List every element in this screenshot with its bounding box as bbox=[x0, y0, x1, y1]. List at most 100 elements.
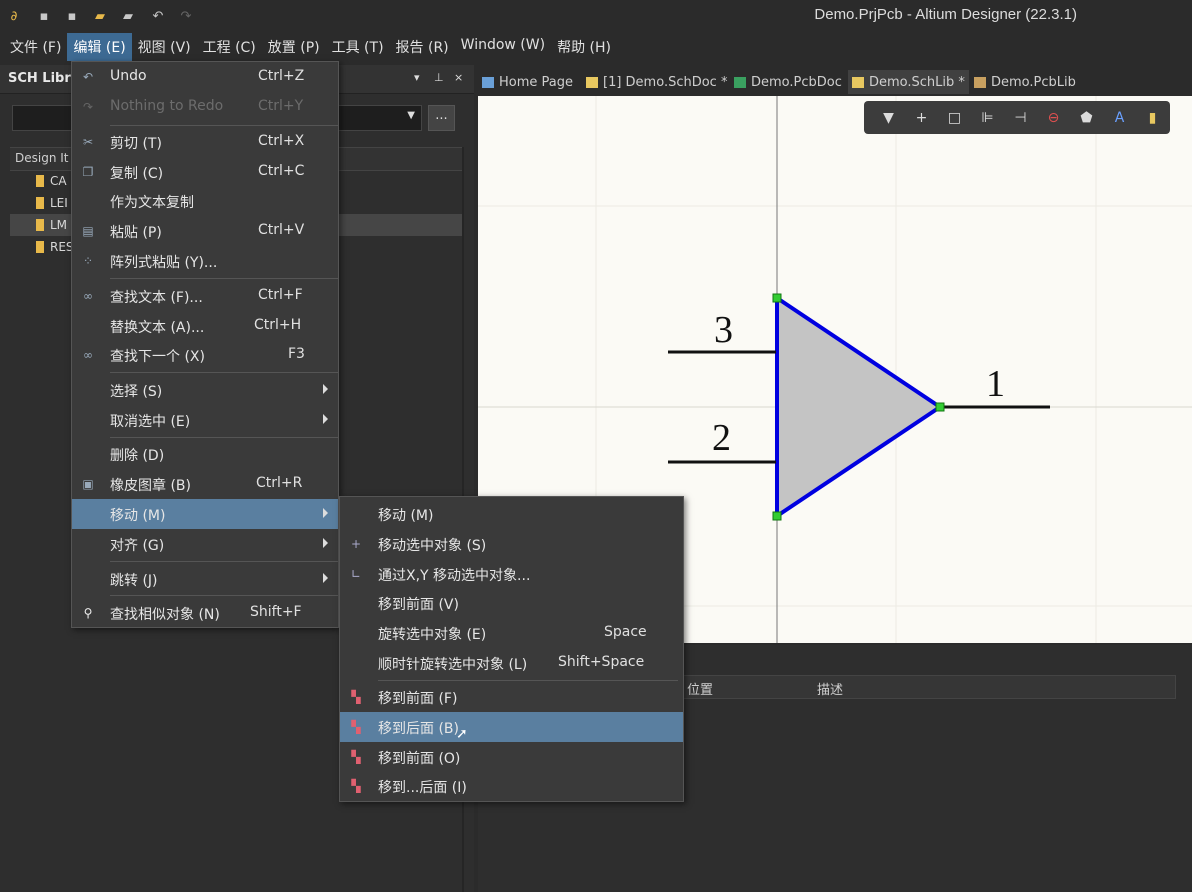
menu-item-label: Nothing to Redo bbox=[110, 98, 224, 114]
submenu-arrow-icon bbox=[323, 538, 328, 548]
selection-handle[interactable] bbox=[935, 402, 945, 412]
tab-demo-schlib[interactable]: Demo.SchLib * bbox=[848, 70, 969, 94]
ieee-symbol-icon[interactable]: ⊖ bbox=[1037, 107, 1070, 129]
menu-place[interactable]: 放置 (P) bbox=[262, 33, 326, 61]
component-icon bbox=[36, 175, 44, 187]
menu-item-cut[interactable]: ✂ 剪切 (T) Ctrl+X bbox=[72, 127, 338, 157]
component-icon bbox=[36, 197, 44, 209]
menu-item-find-next[interactable]: ∞ 查找下一个 (X) F3 bbox=[72, 340, 338, 370]
menu-window[interactable]: Window (W) bbox=[455, 33, 551, 61]
undo-icon[interactable]: ↶ bbox=[150, 8, 166, 24]
menu-view[interactable]: 视图 (V) bbox=[132, 33, 197, 61]
undo-icon: ↶ bbox=[82, 70, 94, 84]
polygon-icon[interactable]: ⬟ bbox=[1070, 107, 1103, 129]
menu-help[interactable]: 帮助 (H) bbox=[551, 33, 617, 61]
submenu-item-rotate-cw[interactable]: 顺时针旋转选中对象 (L) Shift+Space bbox=[340, 648, 683, 678]
tab-demo-schdoc[interactable]: [1] Demo.SchDoc * bbox=[586, 70, 727, 94]
opamp-body[interactable] bbox=[775, 294, 944, 520]
tab-label: Demo.SchLib * bbox=[869, 74, 965, 90]
select-rect-icon[interactable]: □ bbox=[938, 107, 971, 129]
menu-item-copy-as-text[interactable]: 作为文本复制 bbox=[72, 186, 338, 216]
component-icon bbox=[36, 219, 44, 231]
tab-label: Demo.PcbLib bbox=[991, 74, 1076, 90]
submenu-arrow-icon bbox=[323, 508, 328, 518]
align-icon[interactable]: ⊫ bbox=[971, 107, 1004, 129]
submenu-item-bring-front[interactable]: 移到前面 (V) bbox=[340, 588, 683, 618]
column-position[interactable]: 位置 bbox=[687, 679, 713, 698]
menu-item-shortcut: F3 bbox=[288, 346, 305, 362]
open-folder-icon[interactable]: ▰ bbox=[92, 8, 108, 24]
filter-icon[interactable]: ▼ bbox=[872, 107, 905, 129]
paste-array-icon: ⁘ bbox=[82, 254, 94, 268]
submenu-item-to-back[interactable]: ▚ 移到后面 (B) ➚ bbox=[340, 712, 683, 742]
part-icon[interactable]: ▮ bbox=[1136, 107, 1169, 129]
redo-icon[interactable]: ↷ bbox=[178, 8, 194, 24]
menu-item-label: 删除 (D) bbox=[110, 448, 165, 464]
menu-separator bbox=[110, 561, 338, 562]
tab-demo-pcblib[interactable]: Demo.PcbLib bbox=[974, 70, 1076, 94]
active-bar: ▼ + □ ⊫ ⊣ ⊖ ⬟ A ▮ bbox=[864, 101, 1170, 134]
submenu-item-to-back-of[interactable]: ▚ 移到...后面 (I) bbox=[340, 771, 683, 801]
menu-item-align[interactable]: 对齐 (G) bbox=[72, 529, 338, 559]
submenu-item-to-front-of[interactable]: ▚ 移到前面 (O) bbox=[340, 742, 683, 772]
menu-item-rubber-stamp[interactable]: ▣ 橡皮图章 (B) Ctrl+R bbox=[72, 469, 338, 499]
menu-item-label: 跳转 (J) bbox=[110, 573, 158, 589]
bring-front-of-icon: ▚ bbox=[351, 750, 361, 764]
library-browse-button[interactable]: ... bbox=[428, 105, 455, 131]
submenu-item-move[interactable]: 移动 (M) bbox=[340, 499, 683, 529]
menu-item-shortcut: Ctrl+Y bbox=[258, 98, 304, 114]
selection-handle[interactable] bbox=[772, 293, 782, 303]
menu-item-shortcut: Ctrl+H bbox=[254, 317, 302, 333]
menu-item-find-text[interactable]: ∞ 查找文本 (F)... Ctrl+F bbox=[72, 281, 338, 311]
move-icon[interactable]: + bbox=[905, 107, 938, 129]
stamp-icon: ▣ bbox=[82, 477, 94, 491]
window-title: Demo.PrjPcb - Altium Designer (22.3.1) bbox=[814, 6, 1077, 23]
menu-item-replace-text[interactable]: 替换文本 (A)... Ctrl+H bbox=[72, 311, 338, 341]
edit-menu: ↶ Undo Ctrl+Z ↷ Nothing to Redo Ctrl+Y ✂… bbox=[71, 61, 339, 628]
home-icon bbox=[482, 76, 494, 88]
list-item[interactable]: LEI bbox=[36, 193, 68, 213]
text-icon[interactable]: A bbox=[1103, 107, 1136, 129]
open-project-icon[interactable]: ▰ bbox=[120, 8, 136, 24]
list-item[interactable]: CA bbox=[36, 171, 67, 191]
list-item[interactable]: RES bbox=[36, 237, 74, 257]
submenu-item-move-xy[interactable]: ∟ 通过X,Y 移动选中对象... bbox=[340, 559, 683, 589]
list-item[interactable]: LM bbox=[36, 215, 67, 235]
menu-item-label: 移动 (M) bbox=[378, 508, 434, 524]
pin-icon[interactable]: ⊥ bbox=[434, 71, 444, 84]
menu-item-redo[interactable]: ↷ Nothing to Redo Ctrl+Y bbox=[72, 92, 338, 122]
menu-item-label: 移动选中对象 (S) bbox=[378, 538, 487, 554]
submenu-item-to-front[interactable]: ▚ 移到前面 (F) bbox=[340, 682, 683, 712]
column-description[interactable]: 描述 bbox=[817, 679, 843, 698]
save-all-icon[interactable]: ▪ bbox=[64, 8, 80, 24]
menu-item-shortcut: Ctrl+F bbox=[258, 287, 303, 303]
panel-menu-icon[interactable]: ▾ bbox=[414, 71, 420, 84]
menu-item-deselect[interactable]: 取消选中 (E) bbox=[72, 405, 338, 435]
menu-item-label: 橡皮图章 (B) bbox=[110, 478, 191, 494]
menu-file[interactable]: 文件 (F) bbox=[4, 33, 67, 61]
menu-reports[interactable]: 报告 (R) bbox=[390, 33, 455, 61]
close-icon[interactable]: × bbox=[454, 71, 463, 84]
tab-home-page[interactable]: Home Page bbox=[482, 70, 573, 94]
menu-item-paste[interactable]: ▤ 粘贴 (P) Ctrl+V bbox=[72, 216, 338, 246]
tab-demo-pcbdoc[interactable]: Demo.PcbDoc bbox=[734, 70, 842, 94]
send-back-of-icon: ▚ bbox=[351, 779, 361, 793]
place-pin-icon[interactable]: ⊣ bbox=[1004, 107, 1037, 129]
menu-item-move[interactable]: 移动 (M) bbox=[72, 499, 338, 529]
menu-item-copy[interactable]: ❐ 复制 (C) Ctrl+C bbox=[72, 157, 338, 187]
submenu-item-rotate[interactable]: 旋转选中对象 (E) Space bbox=[340, 618, 683, 648]
menu-project[interactable]: 工程 (C) bbox=[197, 33, 262, 61]
save-icon[interactable]: ▪ bbox=[36, 8, 52, 24]
submenu-item-move-selection[interactable]: + 移动选中对象 (S) bbox=[340, 529, 683, 559]
list-item-label: LM bbox=[50, 218, 68, 232]
menu-item-label: 选择 (S) bbox=[110, 384, 163, 400]
menu-item-paste-array[interactable]: ⁘ 阵列式粘贴 (Y)... bbox=[72, 246, 338, 276]
menu-item-find-similar[interactable]: ⚲ 查找相似对象 (N) Shift+F bbox=[72, 598, 338, 628]
menu-item-jump[interactable]: 跳转 (J) bbox=[72, 564, 338, 594]
menu-item-delete[interactable]: 删除 (D) bbox=[72, 439, 338, 469]
menu-item-select[interactable]: 选择 (S) bbox=[72, 375, 338, 405]
menu-edit[interactable]: 编辑 (E) bbox=[67, 33, 132, 61]
menu-tools[interactable]: 工具 (T) bbox=[326, 33, 390, 61]
selection-handle[interactable] bbox=[772, 511, 782, 521]
menu-item-undo[interactable]: ↶ Undo Ctrl+Z bbox=[72, 62, 338, 92]
